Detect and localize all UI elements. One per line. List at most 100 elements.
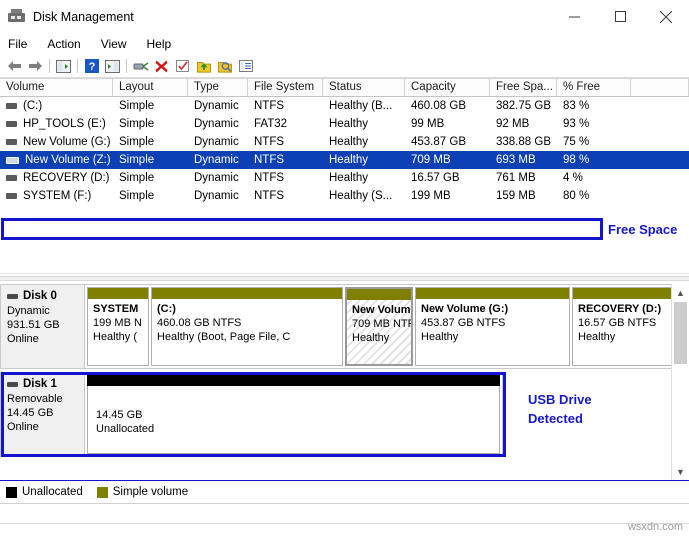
window-title: Disk Management: [33, 9, 134, 24]
disk-row-disk0[interactable]: Disk 0 Dynamic 931.51 GB Online SYSTEM 19…: [0, 284, 672, 369]
column-header-type[interactable]: Type: [188, 79, 248, 96]
partition-line-2: 453.87 GB NTFS: [421, 317, 506, 329]
delete-icon[interactable]: [151, 56, 172, 76]
volume-icon: [6, 193, 17, 199]
partition-line-1: SYSTEM: [93, 303, 139, 315]
toolbar: ?: [0, 55, 689, 78]
partition-line-2: 199 MB N: [93, 317, 142, 329]
column-header-file-system[interactable]: File System: [248, 79, 323, 96]
table-row[interactable]: RECOVERY (D:) Simple Dynamic NTFS Healthy 16.…: [0, 169, 689, 187]
properties-icon[interactable]: [130, 56, 151, 76]
cell-percent-free: 75 %: [563, 136, 590, 148]
volume-list-pane: Volume Layout Type File System Status Ca…: [0, 78, 689, 273]
legend-item-unallocated: Unallocated: [6, 486, 83, 498]
partition-block[interactable]: New Volume (G:) 453.87 GB NTFS Healthy: [415, 287, 570, 366]
watermark: wsxdn.com: [627, 521, 683, 533]
scrollbar-thumb[interactable]: [674, 302, 687, 364]
footer-rule: [0, 503, 689, 509]
usb-highlight-box: [1, 372, 506, 457]
cell-percent-free: 4 %: [563, 172, 583, 184]
menu-file[interactable]: File: [8, 37, 27, 51]
partition-text: SYSTEM 199 MB N Healthy (: [88, 299, 148, 344]
cell-status: Healthy: [329, 118, 368, 130]
partition-line-2: 709 MB NTF: [352, 318, 411, 330]
simple-volume-swatch-icon: [96, 486, 108, 498]
column-header-volume[interactable]: Volume: [0, 79, 113, 96]
window-controls: [551, 0, 689, 33]
column-header-percent-free[interactable]: % Free: [557, 79, 631, 96]
help-icon[interactable]: ?: [81, 56, 102, 76]
disk-row-disk1[interactable]: Disk 1 Removable 14.45 GB Online 14.45 G…: [0, 372, 672, 457]
cell-volume-label: New Volume (Z:): [25, 154, 111, 166]
list-view-icon[interactable]: [235, 56, 256, 76]
partition-block[interactable]: SYSTEM 199 MB N Healthy (: [87, 287, 149, 366]
cell-capacity: 16.57 GB: [411, 172, 460, 184]
menu-view[interactable]: View: [101, 37, 127, 51]
table-row[interactable]: New Volume (G:) Simple Dynamic NTFS Healthy 4…: [0, 133, 689, 151]
svg-text:?: ?: [88, 61, 95, 73]
partition-block[interactable]: (C:) 460.08 GB NTFS Healthy (Boot, Page Fi…: [151, 287, 343, 366]
export-icon[interactable]: [193, 56, 214, 76]
cell-volume-label: SYSTEM (F:): [23, 190, 92, 202]
cell-capacity: 453.87 GB: [411, 136, 466, 148]
partition-text: New Volum 709 MB NTF Healthy: [347, 300, 411, 345]
column-header-status[interactable]: Status: [323, 79, 405, 96]
volume-icon: [6, 103, 17, 109]
table-row[interactable]: New Volume (Z:) Simple Dynamic NTFS Healthy 7…: [0, 151, 689, 169]
checkmark-icon[interactable]: [172, 56, 193, 76]
cell-volume-label: RECOVERY (D:): [23, 172, 110, 184]
cell-status: Healthy (B...: [329, 100, 393, 112]
show-hide-action-pane-icon[interactable]: [102, 56, 123, 76]
partition-text: New Volume (G:) 453.87 GB NTFS Healthy: [416, 299, 569, 344]
graphical-disk-pane: Disk 0 Dynamic 931.51 GB Online SYSTEM 19…: [0, 284, 689, 480]
menu-action[interactable]: Action: [47, 37, 80, 51]
cell-layout: Simple: [119, 118, 155, 130]
cell-volume: (C:): [0, 100, 113, 112]
back-arrow-icon[interactable]: [4, 56, 25, 76]
column-header-layout[interactable]: Layout: [113, 79, 188, 96]
cell-layout: Simple: [119, 100, 155, 112]
graphical-pane-scrollbar[interactable]: ▲ ▼: [671, 284, 689, 480]
partition-line-3: Healthy (Boot, Page File, C: [157, 331, 291, 343]
volume-rows: (C:) Simple Dynamic NTFS Healthy (B... 460.08…: [0, 97, 689, 205]
disk0-state: Online: [7, 333, 39, 345]
forward-arrow-icon[interactable]: [25, 56, 46, 76]
column-header-spacer: [631, 79, 689, 96]
cell-free-space: 761 MB: [496, 172, 536, 184]
cell-volume: New Volume (G:): [0, 136, 113, 148]
table-row[interactable]: HP_TOOLS (E:) Simple Dynamic FAT32 Healthy 99…: [0, 115, 689, 133]
disk0-info[interactable]: Disk 0 Dynamic 931.51 GB Online: [0, 284, 85, 369]
volume-icon: [6, 139, 17, 145]
table-row[interactable]: SYSTEM (F:) Simple Dynamic NTFS Healthy (S..…: [0, 187, 689, 205]
minimize-button[interactable]: [551, 0, 597, 33]
cell-layout: Simple: [119, 190, 155, 202]
menu-help[interactable]: Help: [147, 37, 172, 51]
table-row[interactable]: (C:) Simple Dynamic NTFS Healthy (B... 460.08…: [0, 97, 689, 115]
close-button[interactable]: [643, 0, 689, 33]
partition-line-3: Healthy: [578, 331, 616, 343]
partition-block[interactable]: RECOVERY (D:) 16.57 GB NTFS Healthy: [572, 287, 671, 366]
cell-file-system: NTFS: [254, 136, 285, 148]
column-header-capacity[interactable]: Capacity: [405, 79, 490, 96]
partition-text: (C:) 460.08 GB NTFS Healthy (Boot, Page Fi…: [152, 299, 342, 344]
disk-management-icon: [8, 9, 25, 24]
cell-volume: HP_TOOLS (E:): [0, 118, 113, 130]
pane-splitter[interactable]: [0, 273, 689, 284]
cell-free-space: 338.88 GB: [496, 136, 551, 148]
cell-capacity: 709 MB: [411, 154, 451, 166]
scroll-down-icon[interactable]: ▼: [672, 463, 689, 480]
disk-management-window: Disk Management File Action View Help ? …: [0, 0, 689, 536]
search-icon[interactable]: [214, 56, 235, 76]
toolbar-separator: [126, 59, 127, 73]
cell-volume-label: HP_TOOLS (E:): [23, 118, 106, 130]
scroll-up-icon[interactable]: ▲: [672, 284, 689, 301]
maximize-button[interactable]: [597, 0, 643, 33]
annotation-usb-detected: USB Drive Detected: [528, 390, 592, 428]
show-hide-console-tree-icon[interactable]: [53, 56, 74, 76]
partition-color-bar: [347, 289, 411, 300]
cell-layout: Simple: [119, 154, 155, 166]
legend-bar: Unallocated Simple volume: [0, 480, 689, 503]
column-header-free-space[interactable]: Free Spa...: [490, 79, 557, 96]
partition-block[interactable]: New Volum 709 MB NTF Healthy: [345, 287, 413, 366]
toolbar-separator: [77, 59, 78, 73]
